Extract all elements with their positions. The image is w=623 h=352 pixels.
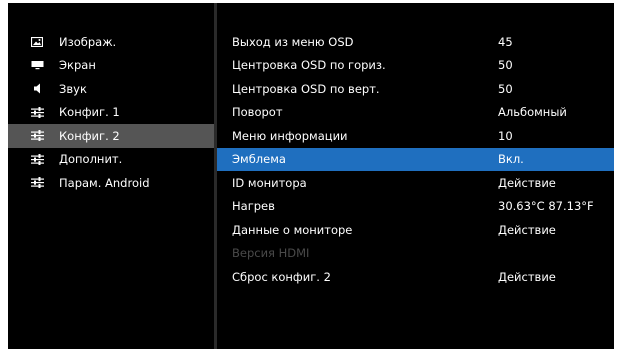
menu-item-picture[interactable]: Изображ. xyxy=(8,30,214,54)
menu-item-config-2[interactable]: Конфиг. 2 xyxy=(8,124,214,148)
setting-value: Действие xyxy=(498,222,556,237)
menu-item-config-1[interactable]: Конфиг. 1 xyxy=(8,101,214,125)
menu-item-label: Дополнит. xyxy=(59,152,123,167)
menu-item-label: Звук xyxy=(59,81,87,96)
setting-value: Действие xyxy=(498,175,556,190)
sliders-icon xyxy=(30,106,44,118)
setting-name: Версия HDMI xyxy=(232,246,310,261)
speaker-icon xyxy=(30,83,44,95)
sliders-icon xyxy=(30,153,44,165)
sliders-icon xyxy=(30,130,44,142)
menu-item-screen[interactable]: Экран xyxy=(8,54,214,78)
setting-information-osd[interactable]: Меню информации 10 xyxy=(217,124,614,148)
setting-name: Центровка OSD по верт. xyxy=(232,81,380,96)
setting-value: 45 xyxy=(498,34,513,49)
setting-rotation[interactable]: Поворот Альбомный xyxy=(217,101,614,125)
setting-value: 50 xyxy=(498,81,513,96)
menu-item-label: Конфиг. 1 xyxy=(59,105,120,120)
sliders-icon xyxy=(30,177,44,189)
setting-monitor-id[interactable]: ID монитора Действие xyxy=(217,171,614,195)
setting-heat-status[interactable]: Нагрев 30.63°C 87.13°F xyxy=(217,195,614,219)
menu-item-label: Изображ. xyxy=(59,34,117,49)
setting-value: Действие xyxy=(498,269,556,284)
setting-name: Эмблема xyxy=(232,152,286,167)
settings-list: Выход из меню OSD 45 Центровка OSD по го… xyxy=(217,30,614,289)
setting-value: 50 xyxy=(498,58,513,73)
menu-item-label: Конфиг. 2 xyxy=(59,128,120,143)
setting-monitor-information[interactable]: Данные о мониторе Действие xyxy=(217,218,614,242)
menu-item-android-settings[interactable]: Парам. Android xyxy=(8,171,214,195)
setting-value: Вкл. xyxy=(498,152,524,167)
setting-name: Выход из меню OSD xyxy=(232,34,354,49)
setting-osd-v-position[interactable]: Центровка OSD по верт. 50 xyxy=(217,77,614,101)
setting-name: Центровка OSD по гориз. xyxy=(232,58,386,73)
osd-menu: Изображ. Экран Звук Конфиг. 1 Конфиг. 2 … xyxy=(8,3,614,349)
menu-item-advanced[interactable]: Дополнит. xyxy=(8,148,214,172)
menu-item-sound[interactable]: Звук xyxy=(8,77,214,101)
category-panel: Изображ. Экран Звук Конфиг. 1 Конфиг. 2 … xyxy=(8,3,214,349)
category-list: Изображ. Экран Звук Конфиг. 1 Конфиг. 2 … xyxy=(8,30,214,195)
setting-osd-turn-off[interactable]: Выход из меню OSD 45 xyxy=(217,30,614,54)
setting-logo[interactable]: Эмблема Вкл. xyxy=(217,147,614,171)
screen-icon xyxy=(30,59,44,71)
menu-item-label: Парам. Android xyxy=(59,175,150,190)
setting-name: Сброс конфиг. 2 xyxy=(232,269,331,284)
setting-value: 30.63°C 87.13°F xyxy=(498,199,594,214)
setting-name: ID монитора xyxy=(232,175,307,190)
setting-value: Альбомный xyxy=(498,105,567,120)
setting-config-2-reset[interactable]: Сброс конфиг. 2 Действие xyxy=(217,265,614,289)
setting-name: Меню информации xyxy=(232,128,348,143)
menu-item-label: Экран xyxy=(59,58,96,73)
picture-icon xyxy=(30,36,44,48)
setting-hdmi-version: Версия HDMI xyxy=(217,242,614,266)
setting-value: 10 xyxy=(498,128,513,143)
setting-osd-h-position[interactable]: Центровка OSD по гориз. 50 xyxy=(217,54,614,78)
setting-name: Данные о мониторе xyxy=(232,222,353,237)
settings-panel: Выход из меню OSD 45 Центровка OSD по го… xyxy=(217,3,614,349)
setting-name: Поворот xyxy=(232,105,283,120)
setting-name: Нагрев xyxy=(232,199,275,214)
